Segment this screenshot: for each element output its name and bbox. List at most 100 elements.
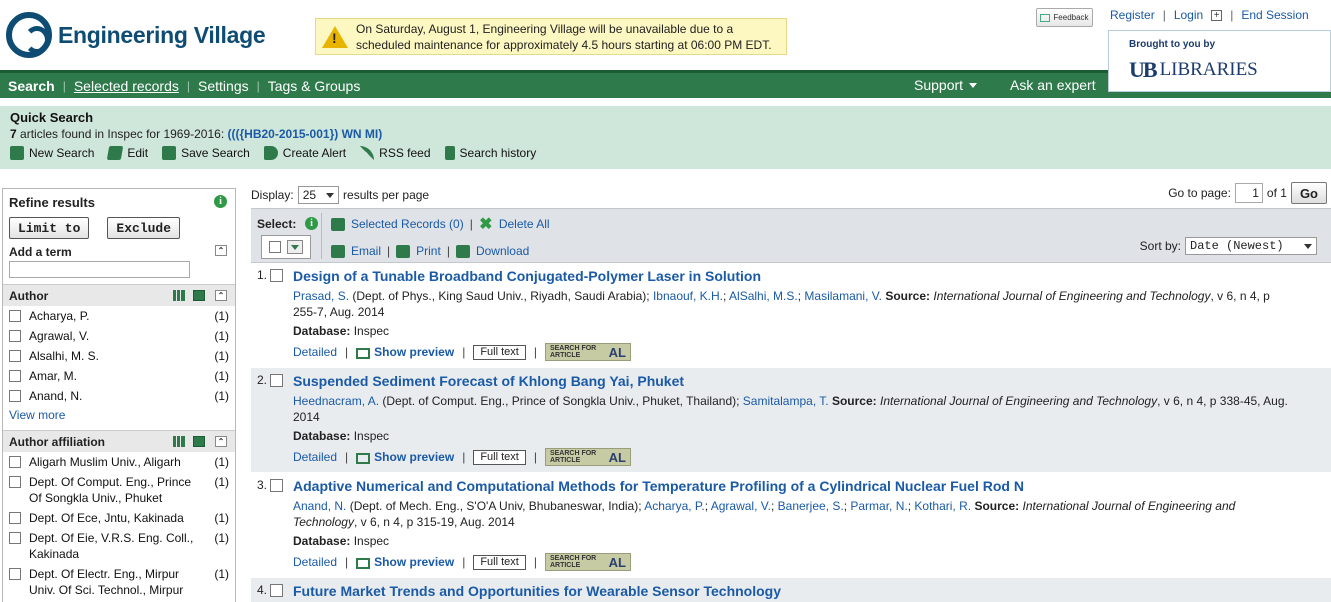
bar-chart-icon[interactable]: [173, 436, 185, 447]
save-search-button[interactable]: Save Search: [162, 146, 250, 160]
full-text-button[interactable]: Full text: [473, 449, 526, 465]
register-link[interactable]: Register: [1110, 8, 1155, 22]
detailed-link[interactable]: Detailed: [293, 345, 337, 359]
new-search-button[interactable]: New Search: [10, 146, 94, 160]
result-checkbox[interactable]: [270, 269, 283, 282]
print-link[interactable]: Print: [416, 244, 441, 258]
collapse-icon[interactable]: ⌃: [215, 245, 227, 256]
result-title-link[interactable]: Adaptive Numerical and Computational Met…: [293, 478, 1291, 495]
facet-checkbox[interactable]: [9, 512, 21, 524]
rss-feed-button[interactable]: RSS feed: [360, 146, 431, 160]
collapse-icon[interactable]: ⌃: [215, 290, 227, 301]
go-button[interactable]: Go: [1290, 182, 1327, 204]
info-icon[interactable]: i: [305, 217, 318, 230]
engineering-village-logo[interactable]: Engineering Village: [6, 12, 266, 58]
nav-selected-records[interactable]: Selected records: [66, 78, 187, 94]
expand-icon[interactable]: +: [1211, 9, 1223, 21]
collapse-icon[interactable]: ⌃: [215, 436, 227, 447]
edit-button[interactable]: Edit: [107, 146, 148, 160]
author-link[interactable]: AlSalhi, M.S.: [729, 289, 798, 303]
export-table-icon[interactable]: [193, 290, 205, 301]
author-link[interactable]: Prasad, S.: [293, 289, 349, 303]
show-preview-link[interactable]: Show preview: [374, 345, 454, 359]
author-link[interactable]: Samitalampa, T.: [743, 394, 829, 408]
search-for-article-button[interactable]: SEARCH FOR ARTICLE AL: [544, 553, 631, 571]
ub-libraries-logo[interactable]: UB LIBRARIES: [1129, 57, 1258, 83]
result-title-link[interactable]: Future Market Trends and Opportunities f…: [293, 583, 1291, 600]
author-link[interactable]: Banerjee, S.: [778, 499, 844, 513]
facet-checkbox[interactable]: [9, 532, 21, 544]
export-table-icon[interactable]: [193, 436, 205, 447]
facet-checkbox[interactable]: [9, 370, 21, 382]
facet-item[interactable]: Dept. Of Comput. Eng., Prince Of Songkla…: [3, 472, 235, 508]
exclude-button[interactable]: Exclude: [107, 217, 181, 239]
select-all-checkbox[interactable]: [269, 241, 281, 253]
limit-to-button[interactable]: Limit to: [9, 217, 90, 239]
full-text-button[interactable]: Full text: [473, 344, 526, 360]
facet-item[interactable]: Dept. Of Eie, V.R.S. Eng. Coll., Kakinad…: [3, 528, 235, 564]
result-title-link[interactable]: Design of a Tunable Broadband Conjugated…: [293, 268, 1291, 285]
facet-item[interactable]: Amar, M. (1): [3, 366, 235, 386]
results-per-page-select[interactable]: 25: [297, 186, 340, 204]
select-all-control[interactable]: [261, 235, 311, 259]
search-for-article-button[interactable]: SEARCH FOR ARTICLE AL: [544, 343, 631, 361]
facet-item[interactable]: Acharya, P. (1): [3, 306, 235, 326]
email-link[interactable]: Email: [351, 244, 381, 258]
select-options-dropdown[interactable]: [287, 240, 303, 254]
author-link[interactable]: Parmar, N.: [850, 499, 907, 513]
facet-item[interactable]: Agrawal, V. (1): [3, 326, 235, 346]
show-preview-link[interactable]: Show preview: [374, 555, 454, 569]
view-more-authors-link[interactable]: View more: [3, 406, 235, 424]
full-text-button[interactable]: Full text: [473, 554, 526, 570]
nav-support[interactable]: Support: [914, 77, 978, 93]
facet-checkbox[interactable]: [9, 310, 21, 322]
libraries-text: LIBRARIES: [1159, 59, 1258, 80]
author-link[interactable]: Agrawal, V.: [711, 499, 771, 513]
result-title-link[interactable]: Suspended Sediment Forecast of Khlong Ba…: [293, 373, 1291, 390]
facet-checkbox[interactable]: [9, 350, 21, 362]
delete-all-link[interactable]: Delete All: [499, 217, 550, 231]
nav-search[interactable]: Search: [0, 78, 63, 94]
end-session-link[interactable]: End Session: [1241, 8, 1308, 22]
sort-select[interactable]: Date (Newest): [1185, 237, 1317, 255]
facet-checkbox[interactable]: [9, 390, 21, 402]
search-query-link[interactable]: ((({HB20-2015-001}) WN MI): [228, 127, 383, 141]
search-history-button[interactable]: Search history: [444, 146, 536, 160]
feedback-button[interactable]: Feedback: [1036, 8, 1093, 27]
page-number-input[interactable]: 1: [1234, 183, 1263, 203]
result-checkbox[interactable]: [270, 374, 283, 387]
info-icon[interactable]: i: [214, 195, 227, 208]
facet-checkbox[interactable]: [9, 330, 21, 342]
download-link[interactable]: Download: [476, 244, 529, 258]
create-alert-button[interactable]: Create Alert: [263, 146, 346, 160]
separator: |: [387, 244, 391, 258]
facet-item[interactable]: Alsalhi, M. S. (1): [3, 346, 235, 366]
author-link[interactable]: Ibnaouf, K.H.: [653, 289, 723, 303]
edit-icon: [107, 146, 124, 160]
facet-item[interactable]: Anand, N. (1): [3, 386, 235, 406]
author-link[interactable]: Anand, N.: [293, 499, 346, 513]
author-link[interactable]: Acharya, P.: [644, 499, 704, 513]
result-checkbox[interactable]: [270, 479, 283, 492]
search-for-article-button[interactable]: SEARCH FOR ARTICLE AL: [544, 448, 631, 466]
nav-ask-expert[interactable]: Ask an expert: [1010, 77, 1096, 93]
facet-item[interactable]: Dept. Of Ece, Jntu, Kakinada (1): [3, 508, 235, 528]
facet-item[interactable]: Dept. Of Electr. Eng., Mirpur Univ. Of S…: [3, 564, 235, 600]
author-link[interactable]: Masilamani, V.: [804, 289, 882, 303]
result-checkbox[interactable]: [270, 584, 283, 597]
facet-checkbox[interactable]: [9, 568, 21, 580]
add-term-input[interactable]: [9, 261, 190, 278]
author-link[interactable]: Kothari, R.: [914, 499, 971, 513]
nav-tags-groups[interactable]: Tags & Groups: [260, 78, 369, 94]
selected-records-link[interactable]: Selected Records (0): [351, 217, 464, 231]
author-link[interactable]: Heednacram, A.: [293, 394, 379, 408]
show-preview-link[interactable]: Show preview: [374, 450, 454, 464]
nav-settings[interactable]: Settings: [190, 78, 257, 94]
facet-checkbox[interactable]: [9, 456, 21, 468]
detailed-link[interactable]: Detailed: [293, 555, 337, 569]
facet-checkbox[interactable]: [9, 476, 21, 488]
bar-chart-icon[interactable]: [173, 290, 185, 301]
login-link[interactable]: Login: [1174, 8, 1203, 22]
detailed-link[interactable]: Detailed: [293, 450, 337, 464]
facet-item[interactable]: Aligarh Muslim Univ., Aligarh (1): [3, 452, 235, 472]
